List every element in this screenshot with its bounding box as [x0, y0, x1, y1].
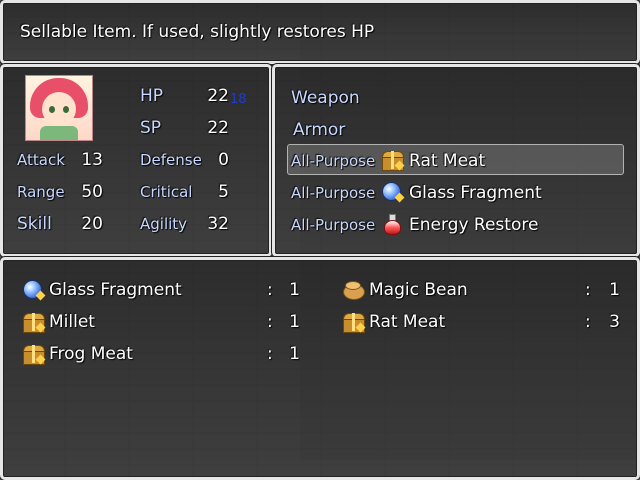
treasure-chest-icon — [22, 344, 46, 365]
equip-item-name: Glass Fragment — [409, 183, 542, 203]
hp-value: 22 — [207, 86, 229, 106]
hp-change-value: 18 — [230, 92, 247, 107]
treasure-chest-icon — [22, 312, 46, 333]
inventory-item-qty: 1 — [289, 280, 300, 300]
inventory-separator: : — [267, 280, 273, 300]
inventory-separator: : — [585, 312, 591, 332]
treasure-chest-icon — [381, 150, 405, 171]
critical-label: Critical — [140, 183, 193, 201]
range-label: Range — [17, 183, 65, 201]
help-window: Sellable Item. If used, slightly restore… — [0, 0, 640, 64]
inventory-item-name: Glass Fragment — [49, 280, 182, 300]
agility-label: Agility — [140, 215, 188, 233]
blue-orb-icon — [381, 182, 405, 203]
inventory-item-name: Millet — [49, 312, 95, 332]
defense-value: 0 — [218, 150, 229, 170]
inventory-window: Glass Fragment : 1 Magic Bean : 1 Millet… — [0, 257, 640, 480]
sp-label: SP — [140, 118, 162, 138]
attack-value: 13 — [81, 150, 103, 170]
skill-label: Skill — [17, 214, 52, 234]
equip-item-name: Rat Meat — [409, 151, 486, 171]
attack-label: Attack — [17, 151, 65, 169]
inventory-item-qty: 3 — [609, 312, 620, 332]
agility-value: 32 — [207, 214, 229, 234]
equip-slot-label: All-Purpose — [291, 152, 376, 170]
help-text: Sellable Item. If used, slightly restore… — [20, 22, 375, 42]
equip-item-name: Energy Restore — [409, 215, 539, 235]
inventory-item-name: Frog Meat — [49, 344, 133, 364]
inventory-item-name: Rat Meat — [369, 312, 446, 332]
equip-slot-label: All-Purpose — [291, 184, 376, 202]
inventory-item-name: Magic Bean — [369, 280, 468, 300]
bean-icon — [342, 280, 365, 300]
equip-category-armor[interactable]: Armor — [293, 120, 345, 140]
defense-label: Defense — [140, 151, 202, 169]
blue-orb-icon — [22, 280, 46, 301]
inventory-separator: : — [585, 280, 591, 300]
range-value: 50 — [81, 182, 103, 202]
treasure-chest-icon — [342, 312, 366, 333]
equip-slot-label: All-Purpose — [291, 216, 376, 234]
hp-label: HP — [140, 86, 164, 106]
inventory-item-qty: 1 — [609, 280, 620, 300]
inventory-separator: : — [267, 312, 273, 332]
sp-value: 22 — [207, 118, 229, 138]
inventory-item-qty: 1 — [289, 312, 300, 332]
critical-value: 5 — [218, 182, 229, 202]
red-potion-icon — [381, 214, 403, 235]
equip-category-weapon[interactable]: Weapon — [291, 88, 360, 108]
skill-value: 20 — [81, 214, 103, 234]
equip-window: Weapon Armor All-Purpose Rat Meat All-Pu… — [272, 64, 640, 257]
status-window: HP 22 18 SP 22 Attack 13 Defense 0 Range… — [0, 64, 272, 257]
inventory-item-qty: 1 — [289, 344, 300, 364]
character-portrait — [25, 75, 93, 141]
inventory-separator: : — [267, 344, 273, 364]
